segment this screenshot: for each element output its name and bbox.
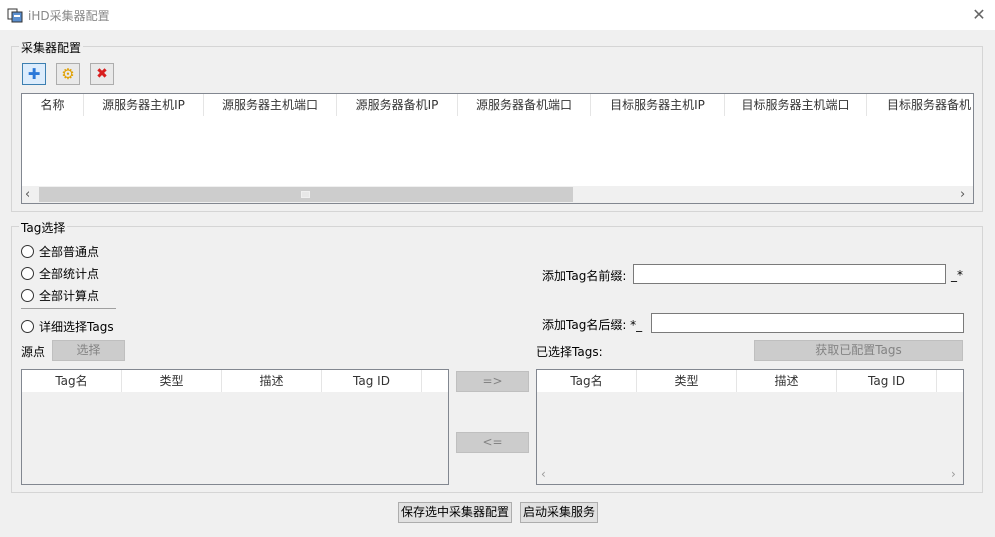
column-header[interactable]: 源服务器主机IP: [84, 94, 204, 116]
add-collector-button[interactable]: ✚: [22, 63, 46, 85]
radio-circle-icon[interactable]: [21, 245, 34, 258]
collector-config-legend: 采集器配置: [19, 39, 84, 56]
column-header-filler: [937, 370, 963, 392]
column-header[interactable]: 目标服务器主机端口: [725, 94, 867, 116]
fetch-configured-tags-button[interactable]: 获取已配置Tags: [754, 340, 963, 361]
gear-icon: ⚙: [61, 65, 75, 83]
radio-circle-icon[interactable]: [21, 320, 34, 333]
radio-label: 全部计算点: [39, 289, 100, 303]
column-header[interactable]: Tag ID: [322, 370, 422, 392]
column-header[interactable]: 描述: [737, 370, 837, 392]
delete-icon: ✖: [96, 66, 108, 82]
radio-label: 全部普通点: [39, 245, 100, 259]
radio-label: 详细选择Tags: [39, 320, 114, 334]
tag-select-legend: Tag选择: [19, 219, 68, 236]
column-header[interactable]: 类型: [637, 370, 737, 392]
source-table-header: Tag名 类型 描述 Tag ID: [22, 370, 448, 392]
selected-table-header: Tag名 类型 描述 Tag ID: [537, 370, 963, 392]
selected-tags-table[interactable]: Tag名 类型 描述 Tag ID ‹ ›: [536, 369, 964, 485]
close-button[interactable]: ✕: [966, 3, 992, 27]
column-header[interactable]: 源服务器备机端口: [458, 94, 591, 116]
select-button[interactable]: 选择: [52, 340, 125, 361]
delete-collector-button[interactable]: ✖: [90, 63, 114, 85]
scroll-right-icon[interactable]: ›: [960, 186, 965, 203]
column-header[interactable]: Tag名: [22, 370, 122, 392]
collector-table[interactable]: 名称 源服务器主机IP 源服务器主机端口 源服务器备机IP 源服务器备机端口 目…: [21, 93, 974, 204]
column-header[interactable]: 描述: [222, 370, 322, 392]
thumb-grip: [301, 191, 310, 198]
prefix-label: 添加Tag名前缀:: [542, 269, 627, 283]
radio-all-normal[interactable]: 全部普通点: [21, 243, 99, 260]
column-header[interactable]: 目标服务器备机: [867, 94, 973, 116]
column-header[interactable]: 源服务器备机IP: [337, 94, 458, 116]
radio-detail-select[interactable]: 详细选择Tags: [21, 318, 114, 335]
column-header[interactable]: Tag名: [537, 370, 637, 392]
move-left-button[interactable]: <=: [456, 432, 529, 453]
title-bar: [0, 0, 995, 30]
collector-table-header: 名称 源服务器主机IP 源服务器主机端口 源服务器备机IP 源服务器备机端口 目…: [22, 94, 973, 116]
column-header[interactable]: 名称: [22, 94, 84, 116]
column-header[interactable]: 类型: [122, 370, 222, 392]
radio-separator: [21, 308, 116, 309]
save-selected-collector-button[interactable]: 保存选中采集器配置: [398, 502, 512, 523]
scrollbar-thumb[interactable]: [39, 187, 573, 202]
radio-all-statistic[interactable]: 全部统计点: [21, 265, 99, 282]
radio-circle-icon[interactable]: [21, 267, 34, 280]
scroll-right-icon[interactable]: ›: [951, 467, 956, 481]
prefix-input[interactable]: [633, 264, 946, 284]
window-title: iHD采集器配置: [28, 9, 110, 23]
source-label: 源点: [21, 345, 46, 359]
column-header[interactable]: Tag ID: [837, 370, 937, 392]
scroll-left-icon[interactable]: ‹: [25, 186, 30, 203]
app-icon: [7, 8, 23, 23]
prefix-suffix-text: _*: [951, 268, 963, 282]
selected-tags-label: 已选择Tags:: [536, 345, 603, 359]
radio-circle-icon[interactable]: [21, 289, 34, 302]
horizontal-scrollbar[interactable]: ‹ ›: [22, 186, 973, 203]
radio-label: 全部统计点: [39, 267, 100, 281]
add-icon: ✚: [27, 65, 41, 83]
radio-all-calculated[interactable]: 全部计算点: [21, 287, 99, 304]
column-header[interactable]: 目标服务器主机IP: [591, 94, 725, 116]
move-right-button[interactable]: =>: [456, 371, 529, 392]
scroll-left-icon[interactable]: ‹: [541, 467, 546, 481]
suffix-input[interactable]: [651, 313, 964, 333]
column-header-filler: [422, 370, 448, 392]
suffix-label: 添加Tag名后缀: *_: [542, 318, 643, 332]
configure-collector-button[interactable]: ⚙: [56, 63, 80, 85]
source-tags-table[interactable]: Tag名 类型 描述 Tag ID: [21, 369, 449, 485]
column-header[interactable]: 源服务器主机端口: [204, 94, 337, 116]
start-collect-service-button[interactable]: 启动采集服务: [520, 502, 598, 523]
